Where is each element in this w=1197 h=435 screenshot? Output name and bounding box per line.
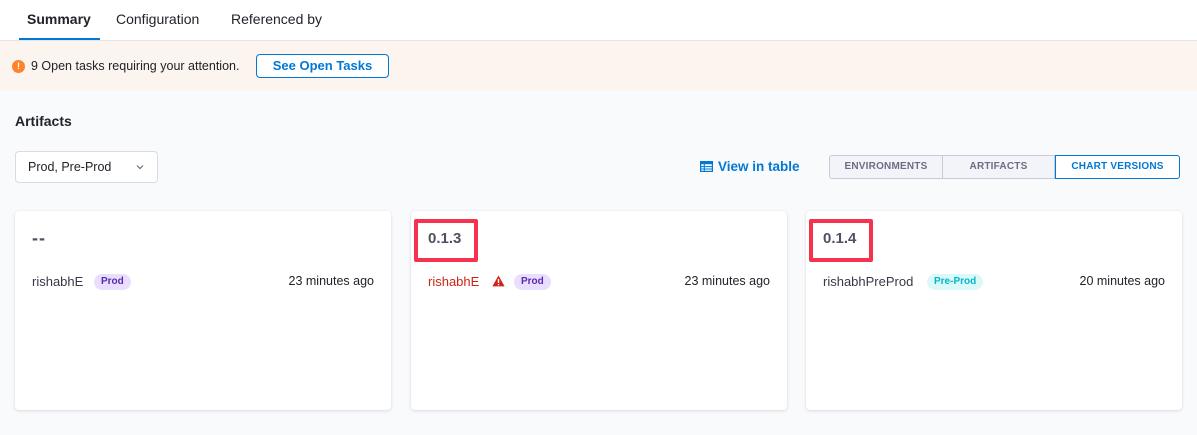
toggle-chart-versions[interactable]: CHART VERSIONS bbox=[1055, 155, 1180, 179]
tab-bar: Summary Configuration Referenced by bbox=[0, 0, 1197, 41]
open-tasks-message: 9 Open tasks requiring your attention. bbox=[31, 59, 240, 73]
tab-configuration[interactable]: Configuration bbox=[116, 11, 199, 27]
infrastructure-name: rishabhPreProd bbox=[823, 274, 914, 289]
chart-version-card[interactable]: 0.1.3 rishabhE Prod 23 minutes ago bbox=[411, 211, 787, 410]
view-toggle: ENVIRONMENTS ARTIFACTS CHART VERSIONS bbox=[829, 155, 1180, 179]
infrastructure-name: rishabhE bbox=[32, 274, 84, 289]
chart-version-value: 0.1.3 bbox=[428, 230, 462, 247]
chart-version-card[interactable]: 0.1.4 rishabhPreProd Pre-Prod 20 minutes… bbox=[806, 211, 1182, 410]
tab-summary[interactable]: Summary bbox=[27, 11, 91, 27]
environment-badge: Prod bbox=[94, 274, 131, 290]
active-tab-indicator bbox=[19, 38, 100, 40]
view-in-table-label: View in table bbox=[718, 159, 800, 174]
toggle-artifacts[interactable]: ARTIFACTS bbox=[942, 155, 1055, 179]
chart-version-card[interactable]: -- rishabhE Prod 23 minutes ago bbox=[15, 211, 391, 410]
environment-filter-value: Prod, Pre-Prod bbox=[28, 160, 112, 174]
chart-version-value: -- bbox=[32, 228, 46, 248]
environment-filter-select[interactable]: Prod, Pre-Prod bbox=[15, 151, 158, 183]
table-icon bbox=[700, 161, 713, 172]
environment-badge: Pre-Prod bbox=[927, 274, 984, 290]
chart-version-value: 0.1.4 bbox=[823, 230, 857, 247]
alert-dot-icon: ! bbox=[12, 60, 25, 73]
infrastructure-name: rishabhE bbox=[428, 274, 480, 289]
deployed-time: 20 minutes ago bbox=[1079, 274, 1165, 288]
environment-badge: Prod bbox=[514, 274, 551, 290]
chevron-down-icon bbox=[136, 165, 144, 170]
deployed-time: 23 minutes ago bbox=[288, 274, 374, 288]
see-open-tasks-button[interactable]: See Open Tasks bbox=[256, 54, 389, 78]
section-title: Artifacts bbox=[15, 113, 72, 129]
deployed-time: 23 minutes ago bbox=[684, 274, 770, 288]
warning-icon bbox=[492, 275, 505, 287]
tab-referenced-by[interactable]: Referenced by bbox=[231, 11, 322, 27]
toggle-environments[interactable]: ENVIRONMENTS bbox=[829, 155, 943, 179]
